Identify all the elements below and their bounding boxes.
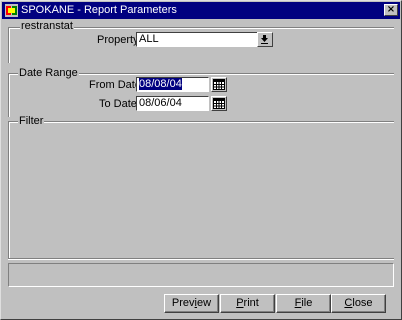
property-value: ALL	[139, 33, 159, 45]
date-range-label: Date Range	[18, 67, 79, 80]
to-date-calendar-button[interactable]	[211, 96, 227, 111]
filter-area	[11, 125, 391, 255]
calendar-icon	[213, 79, 225, 90]
close-button[interactable]: Close	[331, 294, 386, 313]
file-label-part: ile	[301, 297, 313, 309]
status-bar	[8, 263, 394, 287]
preview-label-part: ew	[197, 297, 212, 309]
print-button[interactable]: Print	[220, 294, 275, 313]
window-title: SPOKANE - Report Parameters	[21, 4, 177, 16]
preview-label-part: Prev	[171, 297, 195, 309]
report-parameters-window: SPOKANE - Report Parameters × restransta…	[0, 0, 402, 320]
from-date-field[interactable]: 08/08/04	[136, 77, 209, 92]
download-arrow-icon	[261, 35, 268, 44]
to-date-field[interactable]: 08/06/04	[136, 96, 209, 111]
property-field[interactable]: ALL	[136, 32, 258, 47]
app-icon	[5, 4, 18, 17]
file-button[interactable]: File	[276, 294, 331, 313]
group-border	[9, 122, 10, 259]
preview-button[interactable]: Preview	[164, 294, 219, 313]
calendar-icon	[213, 98, 225, 109]
close-label-part: lose	[352, 297, 373, 309]
from-date-calendar-button[interactable]	[211, 77, 227, 92]
group-border	[9, 74, 10, 117]
report-name-label: restranstat	[20, 20, 74, 33]
title-bar[interactable]: SPOKANE - Report Parameters ×	[2, 2, 400, 19]
close-window-button[interactable]: ×	[384, 4, 398, 16]
from-date-value: 08/08/04	[139, 78, 182, 90]
close-icon: ×	[386, 4, 396, 15]
property-dropdown-button[interactable]	[257, 32, 273, 47]
group-divider	[8, 122, 394, 123]
print-label-part: rint	[243, 297, 259, 309]
print-mnemonic: P	[236, 297, 244, 309]
to-date-value: 08/06/04	[139, 97, 182, 109]
from-date-label: From Date	[89, 79, 141, 91]
property-label: Property	[97, 34, 139, 46]
group-border	[9, 28, 10, 63]
group-divider	[8, 259, 394, 260]
to-date-label: To Date	[99, 98, 137, 110]
